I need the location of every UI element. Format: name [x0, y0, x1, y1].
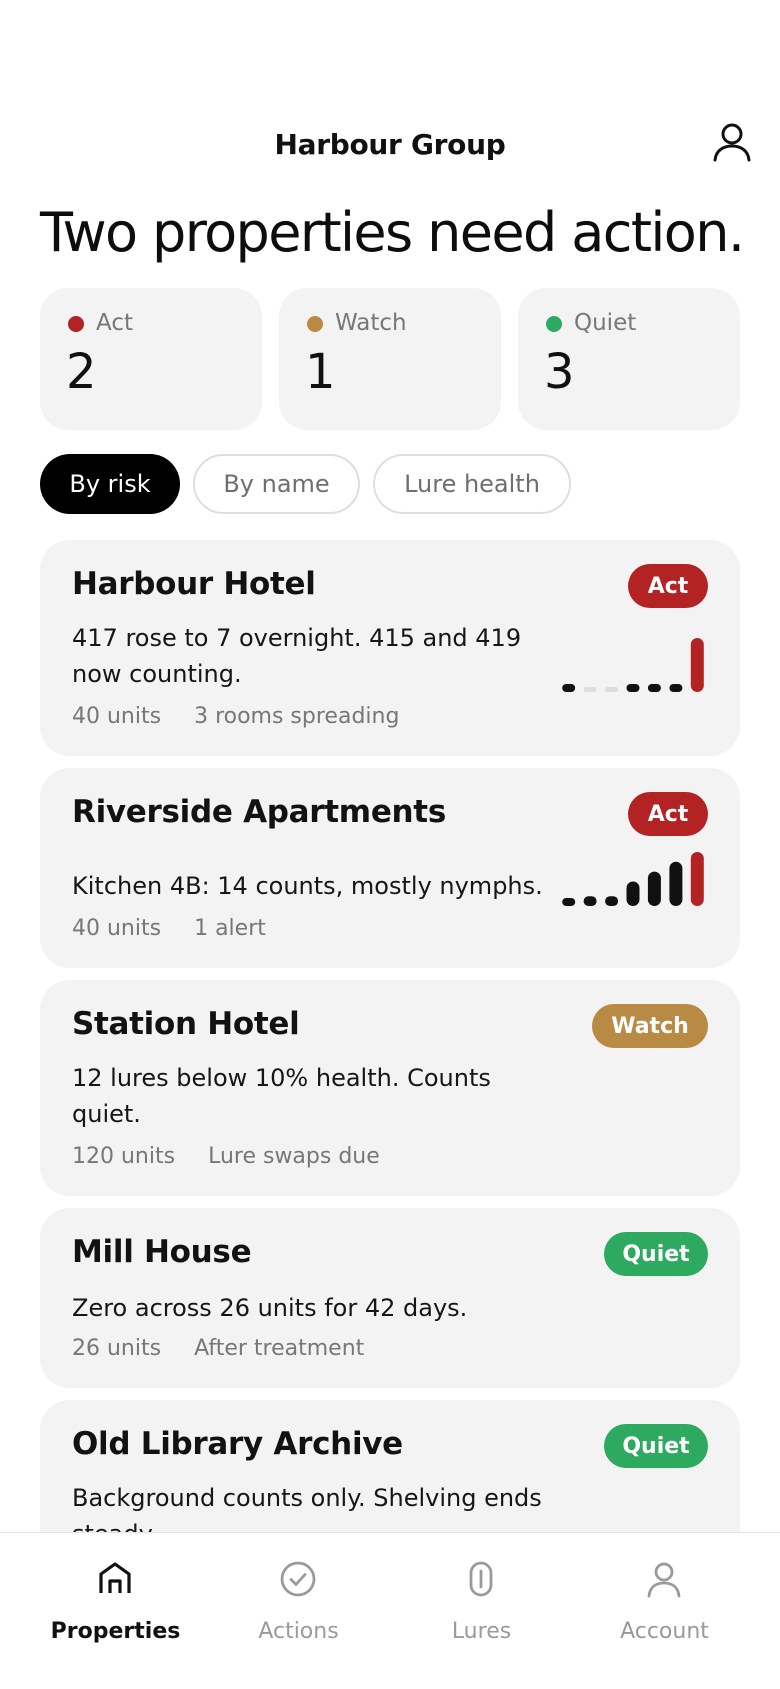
- nav-label: Lures: [451, 1619, 512, 1644]
- property-meta: 120 units Lure swaps due: [72, 1144, 406, 1169]
- sparkline-bar: [605, 687, 619, 692]
- sparkline-bar: [647, 871, 661, 906]
- user-icon[interactable]: [708, 118, 756, 166]
- unit-count: 26 units: [72, 1336, 162, 1361]
- status-dot: [307, 316, 323, 332]
- nav-tab-actions[interactable]: Actions: [201, 1533, 396, 1673]
- risk-summary: Act 2 Watch 1 Quiet 3: [40, 288, 740, 430]
- lure-icon: [469, 1561, 493, 1597]
- property-list: Harbour Hotel Act 417 rose to 7 overnigh…: [40, 540, 740, 1532]
- sparkline-bar: [626, 881, 640, 906]
- property-name: Riverside Apartments: [72, 794, 446, 830]
- summary-label: Watch: [335, 310, 407, 336]
- unit-count: 40 units: [72, 704, 162, 729]
- filter-by-name[interactable]: By name: [193, 454, 360, 514]
- property-meta: 26 units After treatment: [72, 1336, 390, 1361]
- status-badge: Quiet: [604, 1424, 708, 1468]
- sparkline-bar: [690, 852, 704, 906]
- summary-label: Quiet: [574, 310, 637, 336]
- property-meta: 40 units 1 alert: [72, 916, 292, 941]
- property-description: 417 rose to 7 overnight. 415 and 419 now…: [72, 624, 522, 688]
- filter-lure-health[interactable]: Lure health: [373, 454, 571, 514]
- sparkline-bar: [626, 684, 640, 692]
- property-card-mill-house[interactable]: Mill House Quiet Zero across 26 units fo…: [40, 1208, 740, 1388]
- organization-title: Harbour Group: [274, 128, 506, 161]
- sparkline-bar: [669, 861, 683, 906]
- page-headline: Two properties need action.: [40, 201, 745, 264]
- nav-tab-properties[interactable]: Properties: [18, 1533, 213, 1673]
- trend-sparkline: [562, 852, 704, 906]
- property-card-old-library-archive[interactable]: Old Library Archive Quiet Background cou…: [40, 1400, 740, 1532]
- property-description: Kitchen 4B: 14 counts, mostly nymphs.: [72, 872, 543, 900]
- unit-count: 120 units: [72, 1144, 176, 1169]
- property-card-harbour-hotel[interactable]: Harbour Hotel Act 417 rose to 7 overnigh…: [40, 540, 740, 756]
- property-description: Zero across 26 units for 42 days.: [72, 1294, 468, 1322]
- status-badge: Act: [628, 792, 708, 836]
- status-badge: Quiet: [604, 1232, 708, 1276]
- property-name: Harbour Hotel: [72, 566, 316, 602]
- summary-card-watch[interactable]: Watch 1: [279, 288, 501, 430]
- bottom-navigation: Properties Actions Lures Account: [0, 1532, 780, 1689]
- status-dot: [546, 316, 562, 332]
- sparkline-bar: [690, 638, 704, 692]
- summary-card-quiet[interactable]: Quiet 3: [518, 288, 740, 430]
- summary-count: 1: [305, 344, 336, 400]
- status-badge: Act: [628, 564, 708, 608]
- summary-count: 3: [544, 344, 575, 400]
- property-detail: Lure swaps due: [208, 1144, 380, 1169]
- property-detail: 3 rooms spreading: [194, 704, 400, 729]
- property-name: Old Library Archive: [72, 1426, 403, 1462]
- home-icon: [99, 1562, 131, 1593]
- nav-tab-account[interactable]: Account: [567, 1533, 762, 1673]
- property-detail: After treatment: [194, 1336, 365, 1361]
- app-header: Harbour Group: [0, 112, 780, 180]
- nav-label: Account: [620, 1619, 709, 1644]
- sparkline-bar: [605, 896, 619, 906]
- nav-label: Actions: [258, 1619, 339, 1644]
- sparkline-bar: [583, 896, 597, 906]
- property-card-station-hotel[interactable]: Station Hotel Watch 12 lures below 10% h…: [40, 980, 740, 1196]
- unit-count: 40 units: [72, 916, 162, 941]
- account-icon: [647, 1562, 681, 1598]
- status-dot: [68, 316, 84, 332]
- summary-count: 2: [66, 344, 97, 400]
- sparkline-bar: [562, 684, 576, 692]
- summary-card-act[interactable]: Act 2: [40, 288, 262, 430]
- sparkline-bar: [562, 898, 576, 906]
- trend-sparkline: [562, 638, 704, 692]
- check-circle-icon: [280, 1561, 316, 1597]
- property-meta: 40 units 3 rooms spreading: [72, 704, 425, 729]
- sparkline-bar: [647, 684, 661, 692]
- property-name: Mill House: [72, 1234, 252, 1270]
- nav-tab-lures[interactable]: Lures: [384, 1533, 579, 1673]
- filter-by-risk[interactable]: By risk: [40, 454, 180, 514]
- summary-label: Act: [96, 310, 133, 336]
- property-name: Station Hotel: [72, 1006, 300, 1042]
- sparkline-bar: [669, 684, 683, 692]
- property-description: Background counts only. Shelving ends st…: [72, 1484, 542, 1532]
- property-description: 12 lures below 10% health. Counts quiet.: [72, 1064, 491, 1128]
- nav-label: Properties: [50, 1619, 181, 1644]
- property-card-riverside-apartments[interactable]: Riverside Apartments Act Kitchen 4B: 14 …: [40, 768, 740, 968]
- property-detail: 1 alert: [194, 916, 266, 941]
- status-badge: Watch: [592, 1004, 708, 1048]
- sparkline-bar: [583, 687, 597, 692]
